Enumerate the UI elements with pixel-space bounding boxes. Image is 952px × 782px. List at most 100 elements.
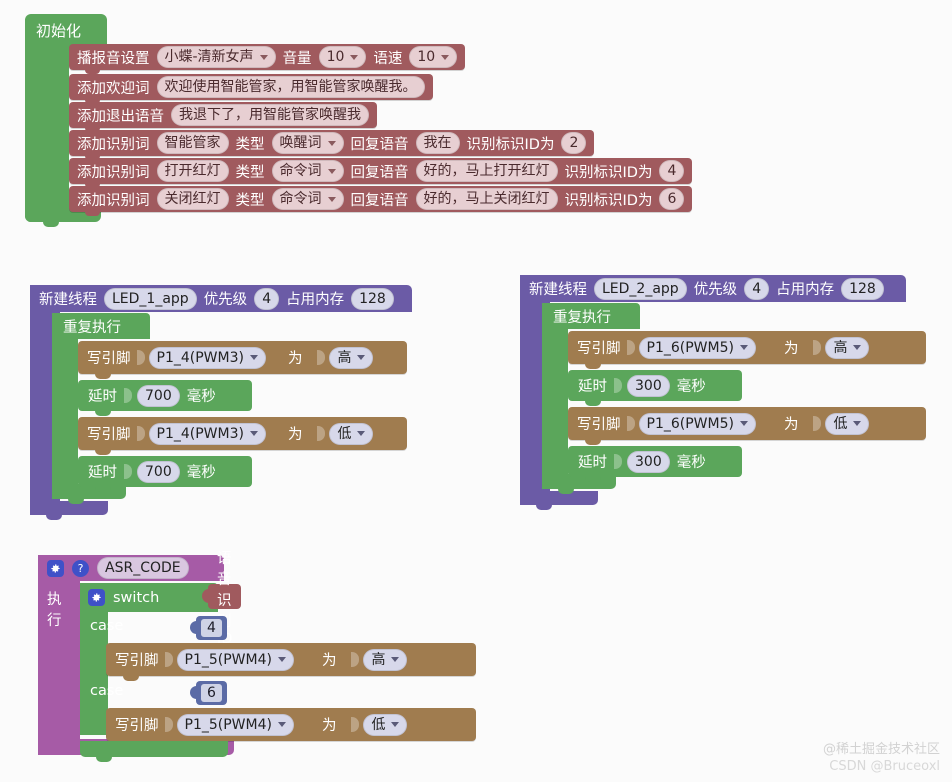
value-plug: [317, 426, 326, 441]
init-field-label: 类型: [235, 164, 265, 181]
help-icon[interactable]: ?: [72, 559, 89, 577]
pin-write-block[interactable]: 写引脚 P1_6(PWM5) 为 高: [568, 331, 926, 369]
thread-header[interactable]: 新建线程 LED_1_app 优先级 4 占用内存 128: [30, 285, 412, 312]
value-plug: [813, 416, 822, 431]
blockly-workspace[interactable]: 初始化 播报音设置 小蝶-清新女声 音量 10 语速 10 添加欢迎词 欢迎使用智能管家，用智…: [0, 0, 952, 782]
pin-select-value: P1_4(PWM3): [156, 425, 244, 442]
init-text-field[interactable]: 好的，马上关闭红灯: [415, 188, 558, 210]
watermark-line2: CSDN @Bruceoxl: [829, 759, 940, 775]
voice-id-reporter[interactable]: 语音识别ID: [201, 551, 242, 647]
delay-label: 延时: [88, 389, 117, 405]
thread-header[interactable]: 新建线程 LED_2_app 优先级 4 占用内存 128: [520, 275, 906, 302]
delay-block[interactable]: 延时 700 毫秒: [78, 456, 252, 492]
thread-priority-field[interactable]: 4: [744, 277, 770, 300]
pin-select[interactable]: P1_5(PWM4): [176, 648, 294, 671]
init-field-label: 类型: [235, 192, 265, 209]
asr-header[interactable]: ? ASR_CODE: [38, 555, 224, 581]
init-statement-label: 添加识别词: [77, 136, 150, 153]
pin-write-block[interactable]: 写引脚 P1_5(PWM4) 为 高: [106, 643, 476, 681]
delay-value-field[interactable]: 700: [137, 384, 180, 407]
delay-value-field[interactable]: 300: [627, 450, 670, 473]
init-text-field[interactable]: 关闭红灯: [156, 188, 229, 210]
init-dropdown-field[interactable]: 命令词: [271, 188, 344, 210]
init-field-label: 音量: [282, 50, 312, 67]
init-number-field[interactable]: 2: [561, 132, 587, 154]
thread-name-field[interactable]: LED_1_app: [104, 287, 197, 310]
level-select[interactable]: 低: [329, 422, 374, 445]
thread-priority-field[interactable]: 4: [254, 287, 280, 310]
pin-select[interactable]: P1_4(PWM3): [148, 346, 266, 369]
pin-select[interactable]: P1_4(PWM3): [148, 422, 266, 445]
field-value: 我在: [423, 135, 452, 151]
init-number-field[interactable]: 6: [659, 188, 685, 210]
pin-write-label: 写引脚: [87, 351, 131, 367]
pin-select[interactable]: P1_6(PWM5): [638, 336, 756, 359]
init-statement-row[interactable]: 添加退出语音 我退下了，用智能管家唤醒我: [69, 102, 377, 132]
chevron-down-icon: [259, 54, 268, 60]
init-dropdown-field[interactable]: 10: [318, 46, 367, 68]
chevron-down-icon: [739, 345, 748, 350]
case-value-block[interactable]: 4: [190, 616, 227, 640]
gear-icon[interactable]: [47, 559, 64, 577]
thread-memory-field[interactable]: 128: [841, 277, 884, 300]
pin-write-label: 写引脚: [115, 718, 159, 734]
init-statement-row[interactable]: 添加欢迎词 欢迎使用智能管家，用智能管家唤醒我。: [69, 74, 433, 104]
init-number-field[interactable]: 4: [659, 160, 685, 182]
loop-header[interactable]: 重复执行: [542, 303, 640, 329]
pin-write-block[interactable]: 写引脚 P1_4(PWM3) 为 低: [78, 417, 407, 455]
delay-label: 延时: [88, 465, 117, 481]
init-text-field[interactable]: 好的，马上打开红灯: [415, 160, 558, 182]
init-text-field[interactable]: 智能管家: [156, 132, 229, 154]
init-text-field[interactable]: 欢迎使用智能管家，用智能管家唤醒我。: [156, 76, 425, 98]
delay-value-field[interactable]: 300: [627, 374, 670, 397]
init-text-field[interactable]: 我退下了，用智能管家唤醒我: [171, 104, 369, 126]
asr-title-field[interactable]: ASR_CODE: [97, 557, 189, 579]
chevron-down-icon: [277, 722, 286, 727]
level-select[interactable]: 低: [363, 713, 408, 736]
level-select[interactable]: 高: [825, 336, 870, 359]
pin-write-block[interactable]: 写引脚 P1_4(PWM3) 为 高: [78, 341, 407, 379]
thread-header-label: 新建线程: [529, 282, 587, 298]
delay-value-field[interactable]: 700: [137, 460, 180, 483]
delay-block[interactable]: 延时 700 毫秒: [78, 380, 252, 416]
thread-memory-field[interactable]: 128: [351, 287, 394, 310]
pin-write-block[interactable]: 写引脚 P1_5(PWM4) 为 低: [106, 708, 476, 746]
thread-name-field[interactable]: LED_2_app: [594, 277, 687, 300]
init-statement-row[interactable]: 添加识别词 智能管家 类型 唤醒词 回复语音 我在 识别标识ID为 2: [69, 130, 595, 160]
pin-write-block[interactable]: 写引脚 P1_6(PWM5) 为 低: [568, 407, 926, 445]
init-statement-row[interactable]: 播报音设置 小蝶-清新女声 音量 10 语速 10: [69, 44, 466, 74]
thread-memory-label: 占用内存: [286, 292, 345, 308]
level-select[interactable]: 低: [825, 412, 870, 435]
field-value: 4: [667, 163, 677, 179]
switch-foot: [80, 741, 228, 762]
level-select[interactable]: 高: [363, 648, 408, 671]
delay-unit-label: 毫秒: [676, 379, 706, 395]
chevron-down-icon: [357, 355, 366, 360]
delay-block[interactable]: 延时 300 毫秒: [568, 370, 742, 406]
init-statement-label: 添加欢迎词: [77, 80, 150, 97]
init-statement-row[interactable]: 添加识别词 打开红灯 类型 命令词 回复语音 好的，马上打开红灯 识别标识ID为 4: [69, 158, 693, 188]
init-statement-row[interactable]: 添加识别词 关闭红灯 类型 命令词 回复语音 好的，马上关闭红灯 识别标识ID为 6: [69, 186, 693, 216]
loop-header[interactable]: 重复执行: [52, 313, 150, 339]
init-field-label: 识别标识ID为: [564, 192, 653, 209]
init-dropdown-field[interactable]: 10: [409, 46, 458, 68]
switch-header[interactable]: switch: [80, 583, 218, 612]
pin-select-value: P1_5(PWM4): [184, 651, 272, 668]
value-plug: [614, 378, 622, 393]
init-dropdown-field[interactable]: 小蝶-清新女声: [156, 46, 276, 68]
case-value-block[interactable]: 6: [190, 681, 227, 705]
gear-icon[interactable]: [88, 589, 105, 606]
init-text-field[interactable]: 我在: [415, 132, 460, 154]
init-block-hat[interactable]: 初始化: [25, 14, 107, 48]
init-field-label: 语速: [373, 50, 403, 67]
init-dropdown-field[interactable]: 唤醒词: [271, 132, 344, 154]
pin-select[interactable]: P1_5(PWM4): [176, 713, 294, 736]
delay-block[interactable]: 延时 300 毫秒: [568, 446, 742, 482]
pin-select-value: P1_4(PWM3): [156, 349, 244, 366]
level-select[interactable]: 高: [329, 346, 374, 369]
delay-label: 延时: [578, 379, 607, 395]
init-text-field[interactable]: 打开红灯: [156, 160, 229, 182]
pin-select[interactable]: P1_6(PWM5): [638, 412, 756, 435]
value-plug: [813, 340, 822, 355]
init-dropdown-field[interactable]: 命令词: [271, 160, 344, 182]
